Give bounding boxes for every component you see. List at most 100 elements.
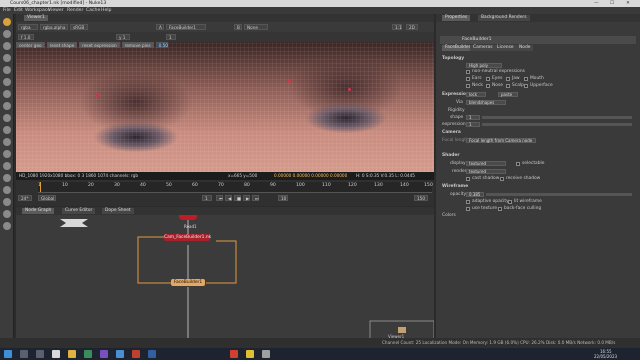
current-frame-field[interactable]: 1 [202, 195, 212, 201]
keyer-icon[interactable] [3, 90, 11, 98]
node-graph-canvas[interactable]: Read1 Cam_FaceBuilder1.nk FaceBuilder1 V… [16, 215, 434, 348]
tab-dope-sheet[interactable]: Dope Sheet [102, 208, 134, 214]
section-colors[interactable]: Colors [442, 213, 456, 218]
use-texture-checkbox[interactable] [466, 207, 470, 211]
ears-checkbox[interactable] [466, 77, 470, 81]
toolsets-icon[interactable] [3, 162, 11, 170]
particles-icon[interactable] [3, 210, 11, 218]
app-icon[interactable] [230, 350, 238, 358]
lit-wireframe-checkbox[interactable] [508, 200, 512, 204]
expr-lock-button[interactable]: lock [466, 92, 486, 97]
adaptive-opacity-checkbox[interactable] [466, 200, 470, 204]
channels-dropdown[interactable]: rgba [18, 24, 38, 30]
jaw-checkbox[interactable] [506, 77, 510, 81]
display-dropdown[interactable]: textured [466, 161, 506, 166]
input-b-button[interactable]: B [234, 24, 242, 30]
neck-checkbox[interactable] [466, 84, 470, 88]
colorspace-dropdown[interactable]: sRGB [70, 24, 88, 30]
overlay-value-field[interactable]: 0.50 [155, 42, 168, 48]
tab-cameras[interactable]: Cameras [470, 45, 496, 51]
scalp-checkbox[interactable] [506, 84, 510, 88]
shape-slider[interactable] [482, 116, 632, 119]
views-icon[interactable] [3, 138, 11, 146]
3d-icon[interactable] [3, 126, 11, 134]
furnace-icon[interactable] [3, 186, 11, 194]
other-icon[interactable] [3, 174, 11, 182]
upperface-checkbox[interactable] [524, 84, 528, 88]
selectable-checkbox[interactable] [516, 162, 520, 166]
minimize-icon[interactable]: — [594, 1, 599, 6]
neutral-checkbox[interactable] [466, 70, 470, 74]
viewer-canvas[interactable]: center geo reset shape reset expression … [16, 42, 434, 172]
first-frame-icon[interactable]: ⏮ [216, 195, 223, 201]
app-icon[interactable] [116, 350, 124, 358]
facebuilder-node[interactable]: FaceBuilder1 [171, 279, 205, 286]
input-a-dropdown[interactable]: FaceBuilder1 [166, 24, 206, 30]
menu-cache[interactable]: Cache [86, 8, 100, 13]
app-icon[interactable] [100, 350, 108, 358]
gain-field[interactable]: f 1.0 [18, 34, 34, 40]
stop-icon[interactable]: ■ [234, 195, 241, 201]
pin-marker[interactable] [288, 80, 291, 83]
expression-field[interactable]: 1 [466, 122, 480, 127]
tab-curve-editor[interactable]: Curve Editor [62, 208, 96, 214]
maximize-icon[interactable]: ☐ [610, 1, 614, 6]
play-icon[interactable]: ▶ [243, 195, 250, 201]
opacity-slider[interactable] [486, 193, 632, 196]
pin-marker[interactable] [348, 88, 351, 91]
alpha-dropdown[interactable]: rgba.alpha [40, 24, 68, 30]
topology-dropdown[interactable]: High poly [466, 63, 502, 68]
app-icon[interactable] [262, 350, 270, 358]
deep-icon[interactable] [3, 222, 11, 230]
play-back-icon[interactable]: ◀ [225, 195, 232, 201]
tab-node-graph[interactable]: Node Graph [22, 208, 55, 214]
input-b-dropdown[interactable]: None [244, 24, 268, 30]
menu-file[interactable]: File [3, 8, 11, 13]
task-view-icon[interactable] [36, 350, 44, 358]
shape-field[interactable]: 1 [466, 115, 480, 120]
draw-icon[interactable] [3, 30, 11, 38]
transform-icon[interactable] [3, 114, 11, 122]
frame-field[interactable]: 1 [166, 34, 176, 40]
timeline-ruler[interactable]: 1 10 20 30 40 50 60 70 80 90 100 110 120… [38, 182, 433, 193]
close-icon[interactable]: ✕ [626, 1, 630, 6]
focal-length-dropdown[interactable]: Focal length from Camera node [466, 138, 536, 143]
app-icon[interactable] [148, 350, 156, 358]
app-icon[interactable] [132, 350, 140, 358]
read-node[interactable] [179, 215, 197, 220]
tab-node[interactable]: Node [516, 45, 534, 51]
backface-culling-checkbox[interactable] [498, 207, 502, 211]
mouth-checkbox[interactable] [524, 77, 528, 81]
node-name-field[interactable]: FaceBuilder1 [462, 37, 492, 42]
channel-icon[interactable] [3, 54, 11, 62]
expression-slider[interactable] [482, 123, 632, 126]
input-a-button[interactable]: A [156, 24, 164, 30]
explorer-icon[interactable] [68, 350, 76, 358]
tab-viewer[interactable]: Viewer1 [24, 15, 48, 21]
expr-paste-button[interactable]: paste [498, 92, 518, 97]
tab-properties[interactable]: Properties [442, 15, 471, 21]
playhead[interactable] [40, 182, 41, 192]
render-dropdown[interactable]: textured [466, 169, 506, 174]
reset-expression-button[interactable]: reset expression [79, 42, 120, 48]
pin-marker[interactable] [96, 94, 99, 97]
expr-mode-dropdown[interactable]: blendshapes [466, 100, 506, 105]
cast-shadow-checkbox[interactable] [466, 177, 470, 181]
fps-field[interactable]: 24* [18, 195, 32, 201]
zoom-dropdown[interactable]: 1:1 [392, 24, 402, 30]
gamma-field[interactable]: y 1 [116, 34, 130, 40]
opacity-field[interactable]: 0.385 [466, 192, 484, 197]
time-icon[interactable] [3, 42, 11, 50]
nose-checkbox[interactable] [486, 84, 490, 88]
tab-facebuilder[interactable]: FaceBuilder [442, 45, 474, 51]
menu-viewer[interactable]: Viewer [48, 8, 64, 13]
filter-icon[interactable] [3, 78, 11, 86]
search-icon[interactable] [20, 350, 28, 358]
step-field[interactable]: 10 [278, 195, 288, 201]
center-geo-button[interactable]: center geo [16, 42, 45, 48]
menu-edit[interactable]: Edit [14, 8, 23, 13]
menu-workspace[interactable]: Workspace [25, 8, 50, 13]
menu-render[interactable]: Render [67, 8, 83, 13]
windows-start-icon[interactable] [4, 350, 12, 358]
app-icon[interactable] [84, 350, 92, 358]
